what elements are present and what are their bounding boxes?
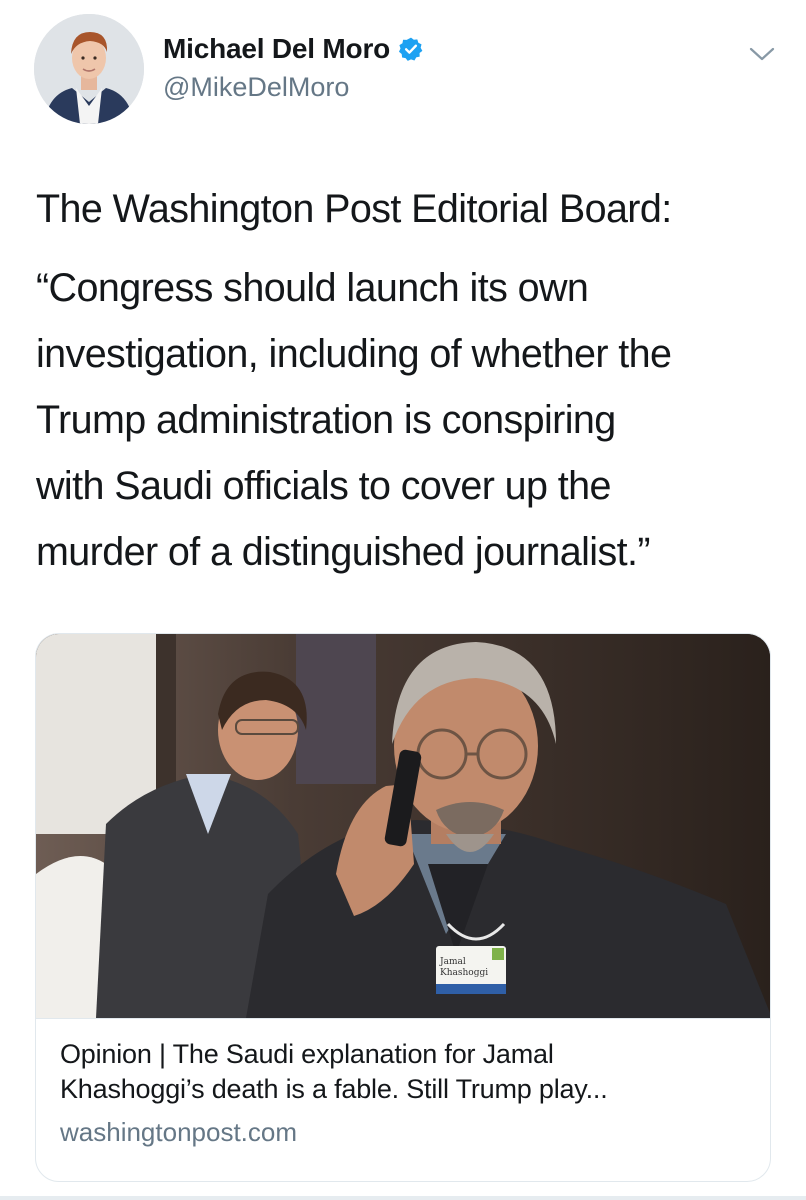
svg-text:Khashoggi: Khashoggi	[440, 968, 488, 978]
chevron-down-icon[interactable]	[748, 44, 776, 64]
tweet-quote: “Congress should launch its own investig…	[36, 255, 781, 585]
author-handle[interactable]: @MikeDelMoro	[163, 72, 349, 103]
tweet-lead: The Washington Post Editorial Board:	[36, 187, 672, 231]
card-image[interactable]: Jamal Khashoggi	[36, 634, 770, 1018]
tweet-quote-line: Trump administration is conspiring	[36, 398, 616, 442]
tweet-quote-line: “Congress should launch its own	[36, 266, 589, 310]
card-domain: washingtonpost.com	[60, 1117, 298, 1147]
verified-badge-icon	[398, 36, 424, 62]
tweet-text: The Washington Post Editorial Board: “Co…	[36, 176, 781, 585]
card-title-line: Khashoggi’s death is a fable. Still Trum…	[60, 1074, 608, 1104]
author-display-name[interactable]: Michael Del Moro	[163, 33, 390, 65]
tweet-quote-line: with Saudi officials to cover up the	[36, 464, 612, 508]
card-title-line: Opinion | The Saudi explanation for Jama…	[60, 1039, 554, 1069]
tweet-quote-line: investigation, including of whether the	[36, 332, 672, 376]
card-meta[interactable]: Opinion | The Saudi explanation for Jama…	[36, 1018, 770, 1148]
tweet: Michael Del Moro @MikeDelMoro The Washin…	[0, 0, 806, 1200]
avatar-image	[34, 14, 144, 124]
link-card[interactable]: Jamal Khashoggi Opinion | The Saudi expl…	[35, 633, 771, 1182]
divider	[0, 1196, 806, 1200]
svg-text:Jamal: Jamal	[439, 957, 466, 967]
tweet-quote-line: murder of a distinguished journalist.”	[36, 530, 651, 574]
avatar[interactable]	[34, 14, 144, 124]
card-title[interactable]: Opinion | The Saudi explanation for Jama…	[60, 1037, 750, 1107]
author-name-row[interactable]: Michael Del Moro	[163, 30, 424, 68]
